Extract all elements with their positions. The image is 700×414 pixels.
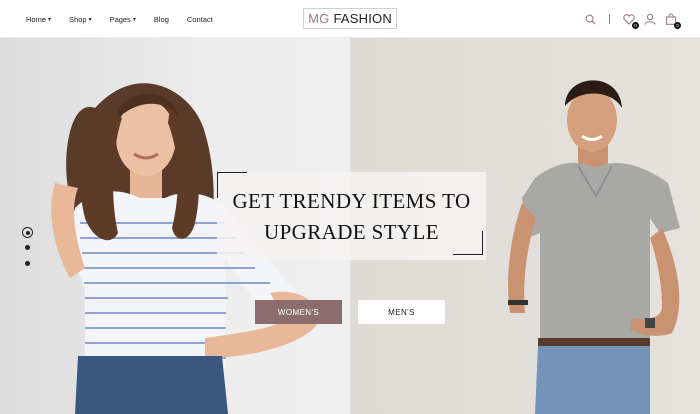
wishlist-count-badge: 0 — [632, 22, 639, 29]
nav-blog[interactable]: Blog — [154, 15, 169, 24]
slider-dot-3[interactable] — [25, 261, 30, 266]
main-nav: Home ▾ Shop ▾ Pages ▾ Blog Contact — [26, 0, 231, 38]
slider-dot-2[interactable] — [25, 245, 30, 250]
heart-icon[interactable]: 0 — [622, 12, 639, 29]
hero-slider: GET TRENDY ITEMS TO UPGRADE STYLE WOMEN'… — [0, 38, 700, 414]
user-icon[interactable] — [643, 12, 657, 26]
womens-button[interactable]: WOMEN'S — [255, 300, 342, 324]
chevron-down-icon: ▾ — [132, 16, 136, 23]
nav-blog-label: Blog — [153, 14, 169, 24]
hero-headline-line-2: UPGRADE STYLE — [264, 220, 439, 244]
search-icon[interactable] — [583, 12, 597, 26]
hero-headline-box: GET TRENDY ITEMS TO UPGRADE STYLE — [217, 172, 486, 260]
site-logo[interactable]: MG FASHION — [303, 8, 397, 29]
cart-count-badge: 0 — [674, 22, 681, 29]
header-divider — [609, 14, 610, 24]
logo-name: FASHION — [333, 11, 392, 26]
nav-shop[interactable]: Shop ▾ — [69, 15, 92, 24]
nav-home[interactable]: Home ▾ — [26, 15, 51, 24]
logo-prefix: MG — [308, 11, 330, 26]
hero-headline: GET TRENDY ITEMS TO UPGRADE STYLE — [217, 186, 486, 248]
slider-dot-fill — [25, 230, 30, 235]
cart-icon[interactable]: 0 — [664, 12, 681, 29]
hero-headline-line-1: GET TRENDY ITEMS TO — [232, 189, 471, 213]
nav-contact[interactable]: Contact — [187, 15, 213, 24]
mens-button[interactable]: MEN'S — [358, 300, 445, 324]
header-actions: 0 0 — [583, 0, 681, 38]
nav-shop-label: Shop — [69, 14, 87, 24]
nav-pages[interactable]: Pages ▾ — [110, 15, 136, 24]
site-header: Home ▾ Shop ▾ Pages ▾ Blog Contact MG FA… — [0, 0, 700, 38]
chevron-down-icon: ▾ — [48, 16, 52, 23]
nav-contact-label: Contact — [186, 14, 213, 24]
nav-pages-label: Pages — [109, 14, 131, 24]
chevron-down-icon: ▾ — [88, 16, 92, 23]
slider-dot-1-active[interactable] — [22, 227, 33, 238]
nav-home-label: Home — [26, 14, 47, 24]
